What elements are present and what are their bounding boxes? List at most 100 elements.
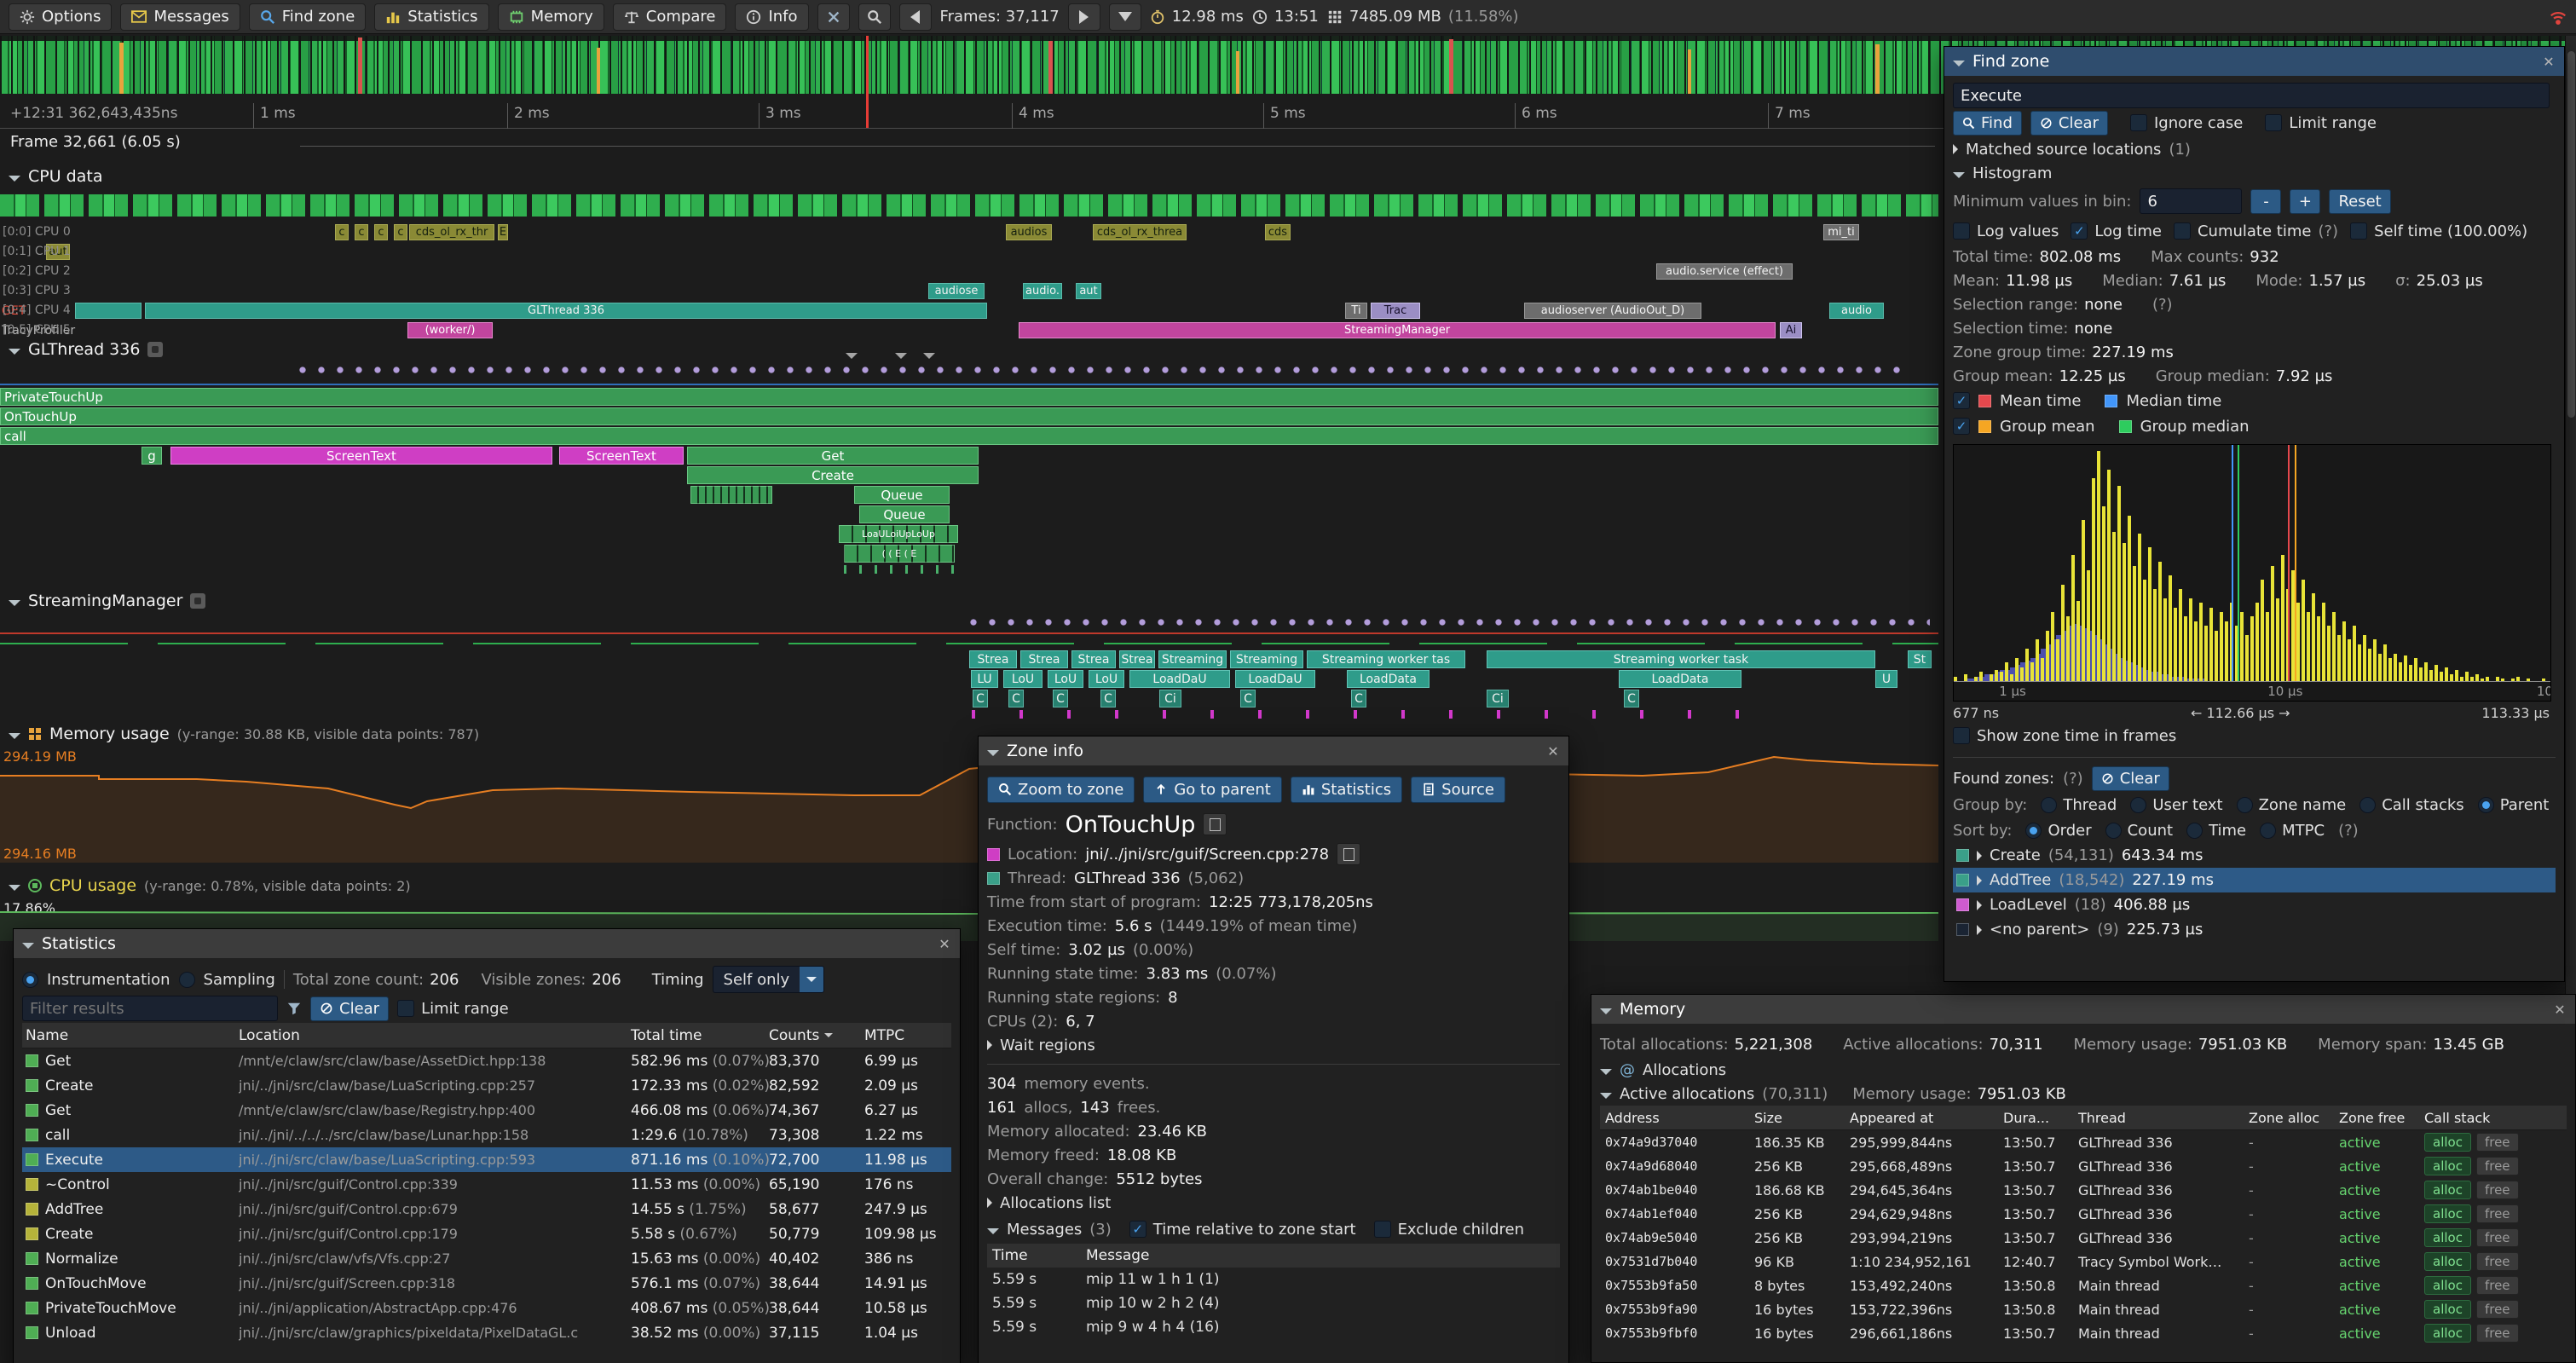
frame-list-button[interactable] [1109,3,1141,31]
find-zone-titlebar[interactable]: Find zone [1944,47,2564,76]
cpu-zone[interactable]: aut [1076,283,1101,299]
statistics-window-titlebar[interactable]: Statistics [14,929,960,958]
glthread-zone[interactable]: g [142,447,162,465]
min-bin-input[interactable] [2140,188,2242,214]
thread-options-icon[interactable] [147,342,163,357]
free-callstack-button[interactable]: free [2476,1276,2519,1295]
stats-table-row[interactable]: Create jni/../jni/src/guif/Control.cpp:1… [22,1222,951,1246]
cpu-zone[interactable]: c [374,224,388,240]
allocation-row[interactable]: 0x74ab1ef040 256 KB 294,629,948ns 13:50.… [1600,1202,2567,1226]
cpu-zone[interactable]: audiose [928,283,985,299]
col-mtpc[interactable]: MTPC [864,1027,948,1044]
info-button[interactable]: Info [735,3,808,31]
memory-button[interactable]: Memory [498,3,604,31]
cpu-plot-header[interactable]: CPU usage (y-range: 0.78%, visible data … [9,876,411,895]
alloc-callstack-button[interactable]: alloc [2424,1157,2471,1175]
col-zone-alloc[interactable]: Zone alloc [2249,1110,2339,1126]
free-callstack-button[interactable]: free [2476,1228,2519,1247]
next-frame-button[interactable] [1068,3,1100,31]
group-by-option[interactable]: Zone name [2237,796,2347,814]
location-value[interactable]: jni/../jni/src/guif/Screen.cpp:278 [1085,846,1329,863]
glthread-zone[interactable]: Queue [859,505,950,523]
col-address[interactable]: Address [1605,1110,1754,1126]
alloc-callstack-button[interactable]: alloc [2424,1204,2471,1223]
cpu-zone[interactable]: mi_ti [1823,224,1859,240]
free-callstack-button[interactable]: free [2476,1157,2519,1175]
stats-table-row[interactable]: AddTree jni/../jni/src/guif/Control.cpp:… [22,1197,951,1222]
streaming-zone[interactable]: St [1908,650,1932,668]
streaming-zone[interactable]: C [1351,690,1366,707]
close-icon[interactable] [2538,51,2559,72]
stats-table-row[interactable]: call jni/../jni/../../../src/claw/base/L… [22,1123,951,1147]
allocations-section-toggle[interactable]: @ Allocations [1600,1058,2567,1082]
free-callstack-button[interactable]: free [2476,1300,2519,1319]
histogram-toggle[interactable]: Histogram [1953,161,2556,185]
glthread-zone[interactable]: Queue [854,486,950,504]
messages-button[interactable]: Messages [120,3,240,31]
help-badge[interactable]: (?) [2152,296,2173,314]
streaming-header[interactable]: StreamingManager [9,592,205,610]
allocation-row[interactable]: 0x74a9d37040 186.35 KB 295,999,844ns 13:… [1600,1130,2567,1154]
glthread-zone[interactable]: ScreenText [170,447,552,465]
cpu-zone[interactable]: audio [1829,303,1884,319]
streaming-zone[interactable]: Streaming [1158,650,1227,668]
cpu-zone[interactable]: audio.service (effect) [1656,263,1793,280]
cpu-zone[interactable]: StreamingManager [1019,322,1776,338]
col-total-time[interactable]: Total time [631,1027,769,1044]
log-time-checkbox[interactable] [2071,222,2088,240]
help-badge[interactable]: (?) [2063,770,2083,788]
source-button[interactable]: Source [1411,777,1505,803]
alloc-callstack-button[interactable]: alloc [2424,1228,2471,1247]
memory-window-titlebar[interactable]: Memory [1591,995,2575,1024]
stats-table-row[interactable]: Execute jni/../jni/src/claw/base/LuaScri… [22,1147,951,1172]
streaming-zone[interactable]: LoadDaU [1235,670,1315,688]
streaming-message-dots[interactable] [969,617,1930,627]
free-callstack-button[interactable]: free [2476,1181,2519,1199]
allocation-row[interactable]: 0x74ab9e5040 256 KB 293,994,219ns 13:50.… [1600,1226,2567,1250]
stats-table-row[interactable]: Get /mnt/e/claw/src/claw/base/Registry.h… [22,1098,951,1123]
cpu-zone[interactable]: c [355,224,368,240]
allocations-list-toggle[interactable]: Allocations list [987,1191,1560,1215]
col-duration[interactable]: Dura... [2003,1110,2078,1126]
copy-icon[interactable] [1203,813,1227,835]
free-callstack-button[interactable]: free [2476,1252,2519,1271]
streaming-zone[interactable]: LoadData [1347,670,1430,688]
col-appeared-at[interactable]: Appeared at [1850,1110,2003,1126]
streaming-zone[interactable]: U [1875,670,1897,688]
alloc-callstack-button[interactable]: alloc [2424,1324,2471,1343]
alloc-callstack-button[interactable]: alloc [2424,1276,2471,1295]
message-row[interactable]: 5.59 smip 9 w 4 h 4 (16) [987,1315,1560,1339]
alloc-callstack-button[interactable]: alloc [2424,1181,2471,1199]
free-callstack-button[interactable]: free [2476,1133,2519,1152]
streaming-zone[interactable]: LoU [1003,670,1043,688]
streaming-zone[interactable]: Ci [1487,690,1509,707]
messages-table-header[interactable]: Time Message [987,1244,1560,1268]
funnel-icon[interactable] [286,1001,302,1016]
draw-mean-checkbox[interactable] [1953,392,1970,409]
compare-button[interactable]: Compare [613,3,727,31]
find-button[interactable]: Find [1953,111,2022,136]
allocation-row[interactable]: 0x7531d7b040 96 KB 1:10 234,952,161 12:4… [1600,1250,2567,1273]
streaming-zone[interactable]: Strea [969,650,1017,668]
streaming-zone[interactable]: Strea [1020,650,1068,668]
message-marker-icon[interactable] [923,353,935,359]
streaming-zone[interactable]: Streaming [1230,650,1303,668]
go-to-parent-button[interactable]: Go to parent [1143,777,1281,803]
exclude-children-checkbox[interactable] [1374,1221,1391,1238]
clear-button[interactable]: Clear [2030,111,2108,136]
streaming-zone[interactable]: LU [971,670,998,688]
bin-increase-button[interactable]: + [2290,189,2320,214]
memory-table-header[interactable]: Address Size Appeared at Dura... Thread … [1600,1106,2567,1130]
cpu-zone[interactable]: audios [1006,224,1052,240]
stats-table-row[interactable]: Create jni/../jni/src/claw/base/LuaScrip… [22,1073,951,1098]
streaming-zone[interactable]: Strea [1071,650,1116,668]
glthread-zone[interactable]: Get [687,447,979,465]
messages-section-label[interactable]: Messages [1007,1221,1082,1239]
relative-time-checkbox[interactable] [1129,1221,1146,1238]
glthread-zone[interactable]: Create [687,466,979,484]
cpu-zone[interactable]: GLThread 336 [145,303,987,319]
allocation-row[interactable]: 0x7553b9fa90 16 bytes 153,722,396ns 13:5… [1600,1297,2567,1321]
glthread-zone[interactable]: LoaULoiUpLoUp [839,525,958,543]
statistics-button[interactable]: Statistics [374,3,488,31]
stats-table-row[interactable]: Get /mnt/e/claw/src/claw/base/AssetDict.… [22,1048,951,1073]
